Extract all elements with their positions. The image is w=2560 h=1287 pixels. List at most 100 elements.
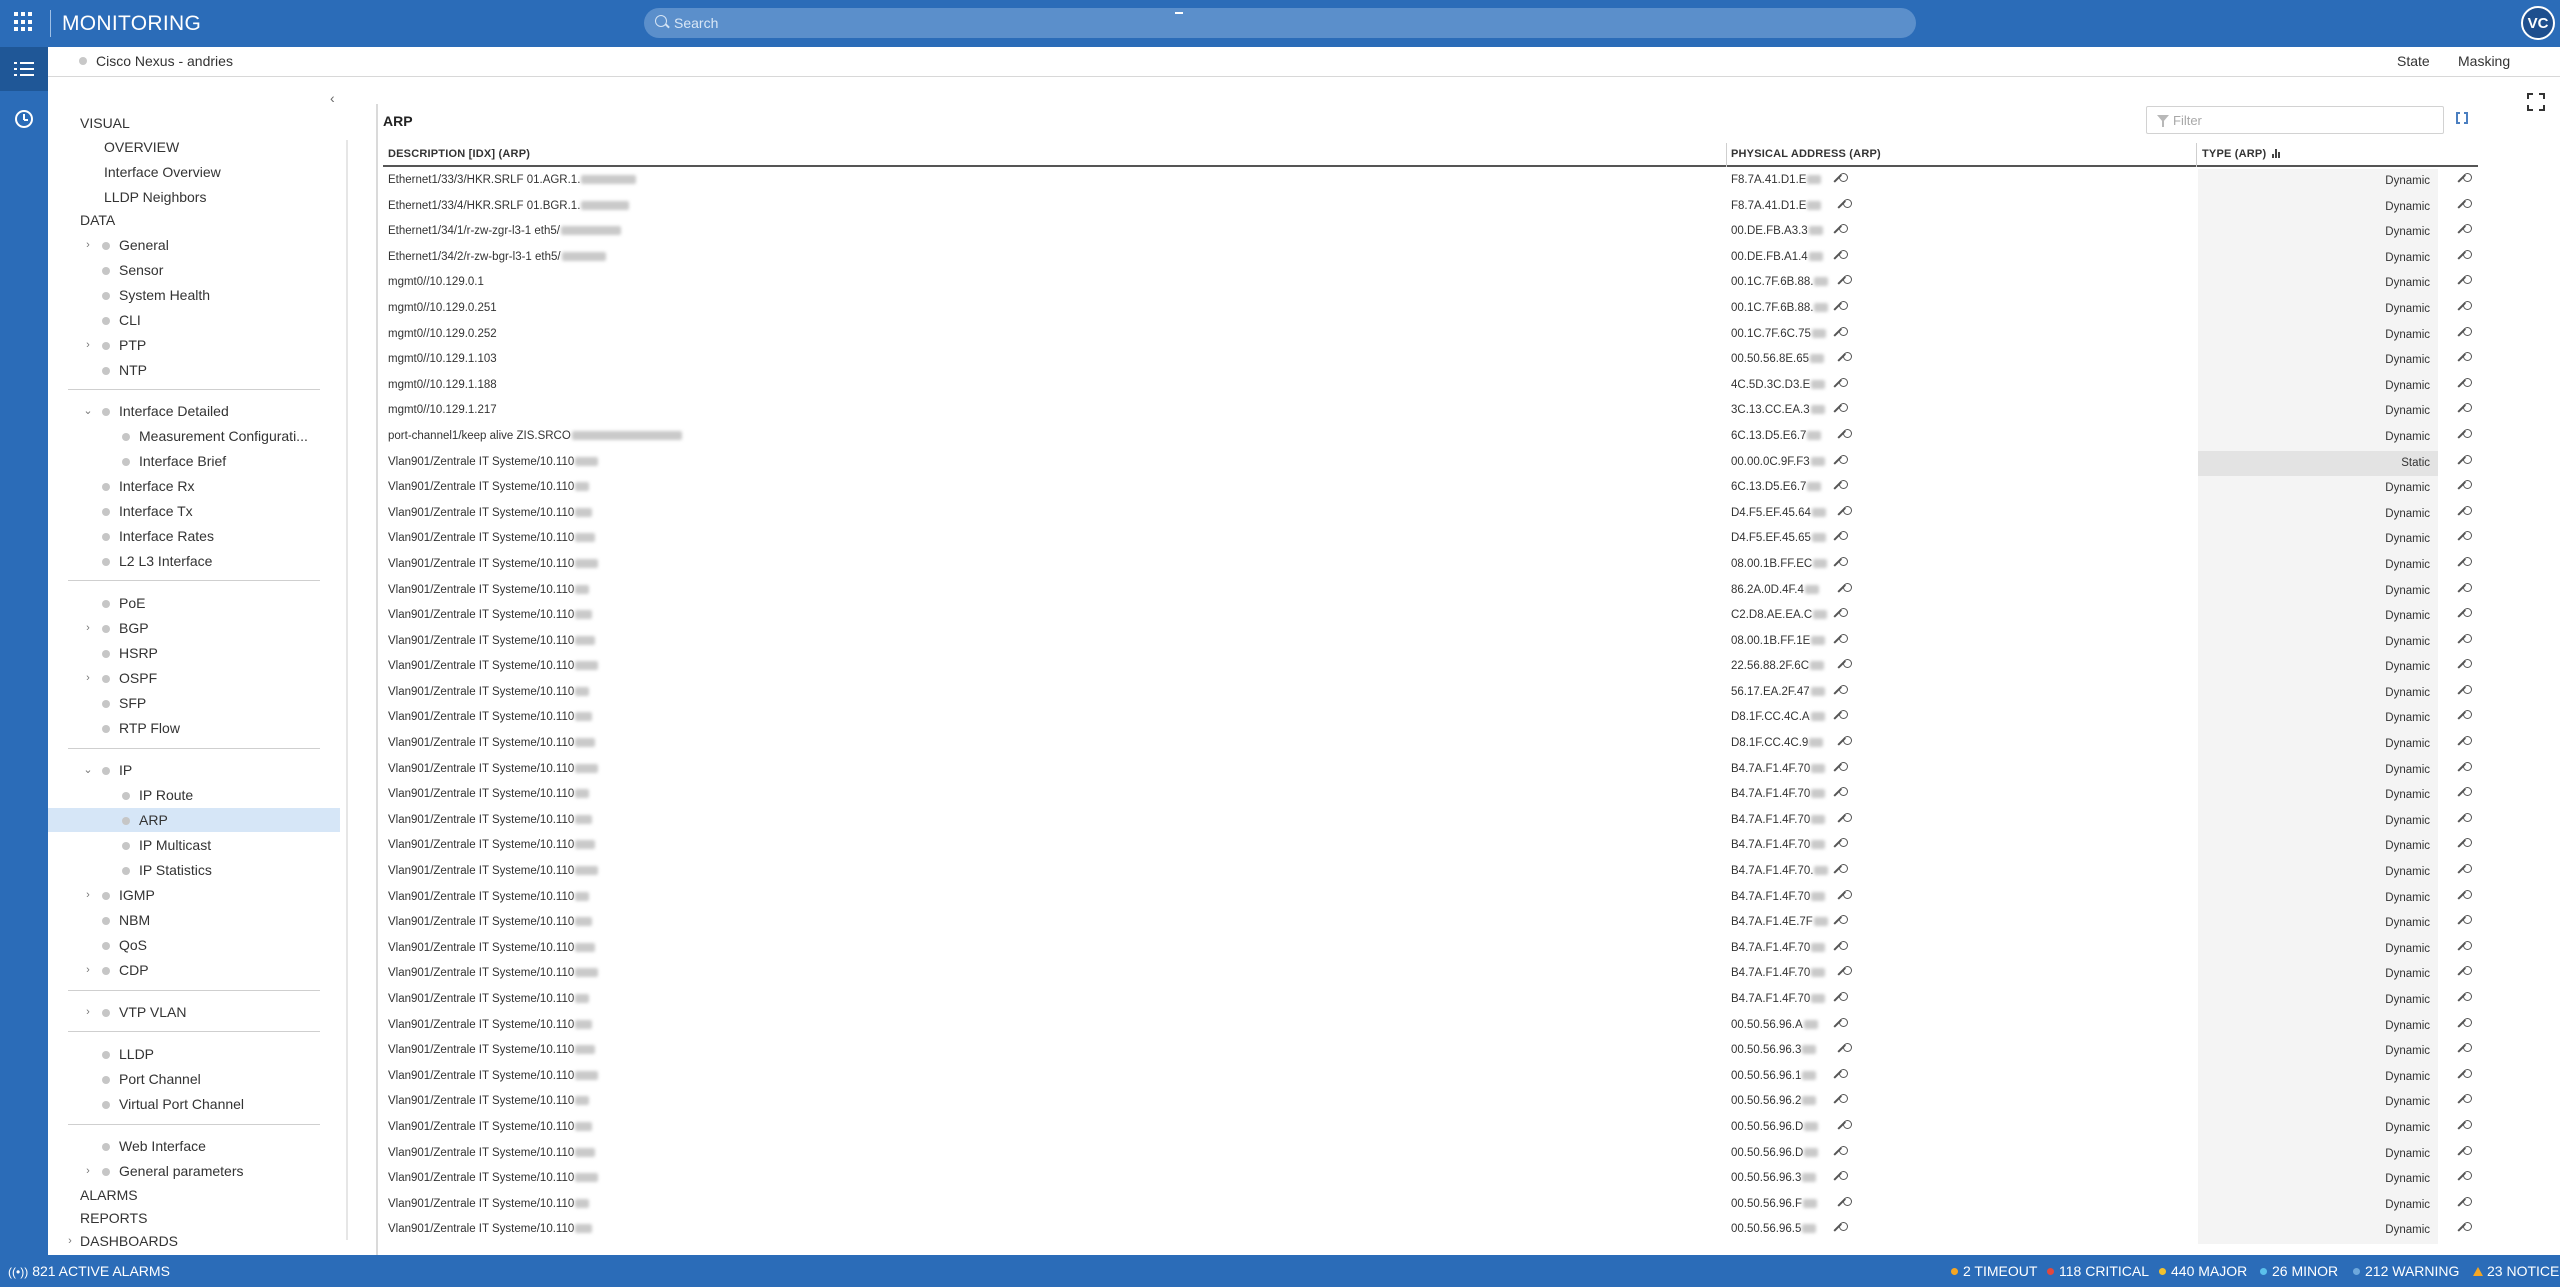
sort-icon[interactable]	[2272, 149, 2282, 158]
tree-section-alarms[interactable]: ALARMS	[80, 1185, 138, 1205]
table-row[interactable]: Vlan901/Zentrale IT Systeme/10.110 00.50.…	[383, 1115, 2478, 1142]
tree-item-ptp[interactable]: › PTP	[86, 335, 146, 355]
warning-count[interactable]: 212 WARNING	[2353, 1263, 2459, 1279]
table-row[interactable]: Vlan901/Zentrale IT Systeme/10.110 56.17.…	[383, 680, 2478, 707]
table-row[interactable]: Vlan901/Zentrale IT Systeme/10.110 B4.7A.…	[383, 860, 2478, 886]
tree-item-qos[interactable]: QoS	[102, 935, 147, 955]
table-row[interactable]: port-channel1/keep alive ZIS.SRCO 6C.13.D…	[383, 424, 2478, 451]
edit-wrench-icon[interactable]	[1832, 248, 1850, 266]
tree-item-lldp[interactable]: LLDP	[102, 1044, 154, 1064]
tree-item-web-interface[interactable]: Web Interface	[102, 1136, 206, 1156]
edit-wrench-icon[interactable]	[2456, 708, 2474, 726]
edit-wrench-icon[interactable]	[2456, 1220, 2474, 1238]
edit-wrench-icon[interactable]	[1832, 1220, 1850, 1238]
edit-wrench-icon[interactable]	[2456, 1092, 2474, 1110]
table-row[interactable]: Vlan901/Zentrale IT Systeme/10.110 08.00.…	[383, 629, 2478, 656]
edit-wrench-icon[interactable]	[2456, 171, 2474, 189]
edit-wrench-icon[interactable]	[2456, 1016, 2474, 1034]
table-row[interactable]: Vlan901/Zentrale IT Systeme/10.110 86.2A.…	[383, 578, 2478, 605]
masking-link[interactable]: Masking	[2458, 53, 2510, 69]
tree-item-lldp-neighbors[interactable]: LLDP Neighbors	[104, 187, 206, 207]
tree-item-interface-detailed[interactable]: ⌄ Interface Detailed	[83, 401, 228, 421]
table-row[interactable]: Vlan901/Zentrale IT Systeme/10.110 B4.7A.…	[383, 834, 2478, 861]
edit-wrench-icon[interactable]	[2456, 529, 2474, 547]
edit-wrench-icon[interactable]	[2456, 862, 2474, 880]
edit-wrench-icon[interactable]	[1832, 1067, 1850, 1085]
edit-wrench-icon[interactable]	[1836, 504, 1854, 522]
critical-count[interactable]: 118 CRITICAL	[2047, 1263, 2149, 1279]
edit-wrench-icon[interactable]	[2456, 1144, 2474, 1162]
edit-wrench-icon[interactable]	[2456, 478, 2474, 496]
tree-item-rtp-flow[interactable]: RTP Flow	[102, 718, 180, 738]
tree-item-nbm[interactable]: NBM	[102, 910, 150, 930]
table-row[interactable]: mgmt0//10.129.0.252 00.1C.7F.6C.75 Dynamic	[383, 322, 2478, 349]
edit-wrench-icon[interactable]	[2456, 1067, 2474, 1085]
timeout-count[interactable]: 2 TIMEOUT	[1951, 1263, 2037, 1279]
collapse-sidebar-icon[interactable]: ‹	[330, 90, 335, 106]
tree-item-sensor[interactable]: Sensor	[102, 260, 163, 280]
edit-wrench-icon[interactable]	[2456, 376, 2474, 394]
edit-wrench-icon[interactable]	[1836, 734, 1854, 752]
edit-wrench-icon[interactable]	[1832, 401, 1850, 419]
table-row[interactable]: Vlan901/Zentrale IT Systeme/10.110 D8.1F.…	[383, 732, 2478, 758]
edit-wrench-icon[interactable]	[2456, 325, 2474, 343]
edit-wrench-icon[interactable]	[2456, 248, 2474, 266]
edit-wrench-icon[interactable]	[1832, 325, 1850, 343]
expand-panel-icon[interactable]	[2456, 111, 2468, 125]
edit-wrench-icon[interactable]	[2456, 555, 2474, 573]
tree-item-ntp[interactable]: NTP	[102, 360, 147, 380]
table-row[interactable]: Vlan901/Zentrale IT Systeme/10.110 B4.7A.…	[383, 757, 2478, 784]
table-row[interactable]: Vlan901/Zentrale IT Systeme/10.110 00.50.…	[383, 1141, 2478, 1168]
edit-wrench-icon[interactable]	[1836, 197, 1854, 215]
edit-wrench-icon[interactable]	[2456, 197, 2474, 215]
chevron-right-icon[interactable]: ›	[82, 1002, 94, 1022]
table-row[interactable]: Vlan901/Zentrale IT Systeme/10.110 22.56.…	[383, 655, 2478, 681]
edit-wrench-icon[interactable]	[1832, 376, 1850, 394]
chevron-right-icon[interactable]: ›	[82, 235, 94, 255]
table-row[interactable]: Ethernet1/33/3/HKR.SRLF 01.AGR.1. F8.7A.4…	[383, 169, 2478, 195]
edit-wrench-icon[interactable]	[2456, 811, 2474, 829]
table-row[interactable]: Ethernet1/34/1/r-zw-zgr-l3-1 eth5/00.DE.…	[383, 220, 2478, 246]
table-row[interactable]: Vlan901/Zentrale IT Systeme/10.110 D4.F5.…	[383, 501, 2478, 528]
minor-count[interactable]: 26 MINOR	[2260, 1263, 2338, 1279]
chevron-right-icon[interactable]: ›	[64, 1231, 76, 1251]
chevron-right-icon[interactable]: ›	[82, 885, 94, 905]
tree-item-system-health[interactable]: System Health	[102, 285, 210, 305]
table-row[interactable]: Vlan901/Zentrale IT Systeme/10.110 B4.7A.…	[383, 962, 2478, 988]
edit-wrench-icon[interactable]	[1832, 708, 1850, 726]
notice-count[interactable]: 23 NOTICE	[2473, 1263, 2559, 1279]
edit-wrench-icon[interactable]	[1832, 299, 1850, 317]
column-header-physical-address[interactable]: PHYSICAL ADDRESS (ARP)	[1731, 148, 1881, 160]
edit-wrench-icon[interactable]	[2456, 427, 2474, 445]
table-row[interactable]: Vlan901/Zentrale IT Systeme/10.110 00.00.…	[383, 450, 2478, 477]
edit-wrench-icon[interactable]	[2456, 990, 2474, 1008]
tree-item-ip-statistics[interactable]: IP Statistics	[122, 860, 212, 880]
edit-wrench-icon[interactable]	[2456, 632, 2474, 650]
edit-wrench-icon[interactable]	[2456, 760, 2474, 778]
table-row[interactable]: Vlan901/Zentrale IT Systeme/10.110 00.50.…	[383, 1167, 2478, 1193]
edit-wrench-icon[interactable]	[1832, 913, 1850, 931]
fullscreen-icon[interactable]	[2527, 93, 2545, 111]
edit-wrench-icon[interactable]	[1836, 1041, 1854, 1059]
edit-wrench-icon[interactable]	[2456, 1041, 2474, 1059]
table-row[interactable]: Vlan901/Zentrale IT Systeme/10.110 00.50.…	[383, 1064, 2478, 1091]
edit-wrench-icon[interactable]	[1832, 478, 1850, 496]
chevron-down-icon[interactable]: ⌄	[82, 401, 94, 421]
edit-wrench-icon[interactable]	[2456, 606, 2474, 624]
tree-item-l2-l3-interface[interactable]: L2 L3 Interface	[102, 551, 212, 571]
tree-item-vtp-vlan[interactable]: › VTP VLAN	[86, 1002, 186, 1022]
table-row[interactable]: mgmt0//10.129.0.1 00.1C.7F.6B.88. Dynamic	[383, 271, 2478, 297]
tree-item-cli[interactable]: CLI	[102, 310, 141, 330]
tree-section-reports[interactable]: REPORTS	[80, 1208, 147, 1228]
edit-wrench-icon[interactable]	[1832, 760, 1850, 778]
edit-wrench-icon[interactable]	[1832, 836, 1850, 854]
edit-wrench-icon[interactable]	[2456, 785, 2474, 803]
edit-wrench-icon[interactable]	[2456, 401, 2474, 419]
edit-wrench-icon[interactable]	[1836, 273, 1854, 291]
tree-item-virtual-port-channel[interactable]: Virtual Port Channel	[102, 1094, 244, 1114]
tree-item-interface-brief[interactable]: Interface Brief	[122, 451, 226, 471]
table-row[interactable]: Vlan901/Zentrale IT Systeme/10.110 D8.1F.…	[383, 706, 2478, 733]
edit-wrench-icon[interactable]	[2456, 683, 2474, 701]
edit-wrench-icon[interactable]	[2456, 299, 2474, 317]
tree-item-interface-rates[interactable]: Interface Rates	[102, 526, 214, 546]
